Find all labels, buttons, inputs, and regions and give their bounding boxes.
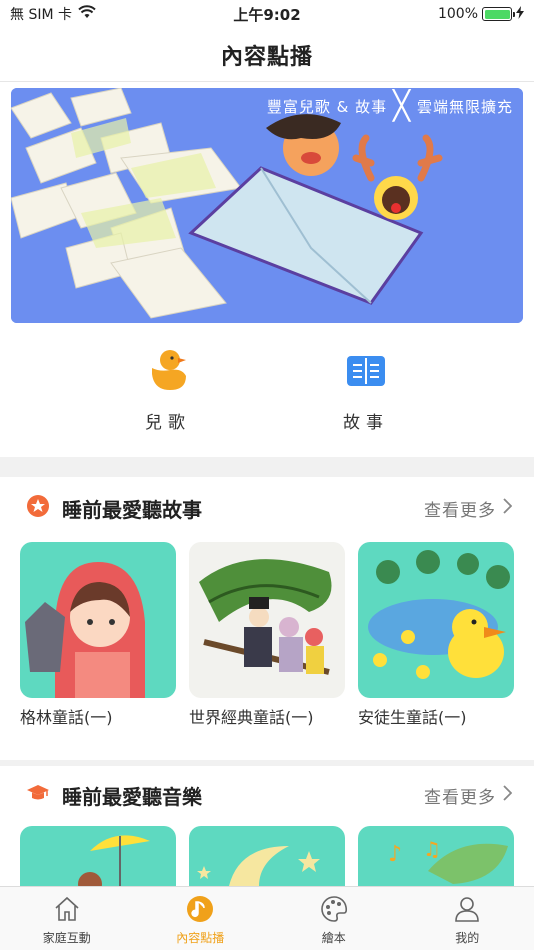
book-icon bbox=[346, 348, 386, 396]
story-card[interactable]: 安徒生童話(一) bbox=[358, 542, 514, 728]
category-stories[interactable]: 故事 bbox=[306, 348, 426, 433]
section-title: 睡前最愛聽音樂 bbox=[62, 784, 202, 809]
battery-icon bbox=[482, 7, 515, 21]
story-cover bbox=[20, 542, 176, 698]
banner-caption: 豐富兒歌 & 故事 ╳ 雲端無限擴充 bbox=[267, 92, 513, 120]
wifi-icon bbox=[78, 5, 96, 23]
category-songs[interactable]: 兒歌 bbox=[108, 348, 228, 433]
carrier-label: 無 SIM 卡 bbox=[10, 7, 72, 23]
navigation-bar: 內容點播 bbox=[0, 28, 534, 82]
tab-family[interactable]: 家庭互動 bbox=[0, 887, 134, 950]
story-card[interactable]: 格林童話(一) bbox=[20, 542, 176, 728]
promo-banner[interactable]: 豐富兒歌 & 故事 ╳ 雲端無限擴充 bbox=[11, 88, 523, 323]
music-note-icon bbox=[186, 895, 214, 927]
category-label: 故事 bbox=[343, 413, 389, 433]
tab-content[interactable]: 內容點播 bbox=[134, 887, 268, 950]
chevron-right-icon bbox=[502, 497, 513, 519]
tab-label: 內容點播 bbox=[176, 931, 225, 945]
chevron-right-icon bbox=[502, 784, 513, 806]
story-cover bbox=[189, 542, 345, 698]
user-icon bbox=[453, 895, 481, 927]
battery-percent: 100% bbox=[437, 6, 478, 22]
status-bar: 無 SIM 卡 上午9:02 100% bbox=[0, 0, 534, 28]
tab-bar: 家庭互動 內容點播 繪本 我的 bbox=[0, 886, 534, 950]
home-icon bbox=[53, 895, 81, 927]
story-card[interactable]: 世界經典童話(一) bbox=[189, 542, 345, 728]
svg-text:♫: ♫ bbox=[423, 837, 441, 861]
graduation-cap-icon bbox=[26, 781, 50, 809]
star-badge-icon bbox=[26, 494, 50, 522]
tab-label: 我的 bbox=[455, 931, 480, 945]
see-more-label: 查看更多 bbox=[424, 500, 496, 521]
see-more-button[interactable]: 查看更多 bbox=[424, 496, 513, 521]
charging-icon bbox=[516, 5, 524, 23]
page-title: 內容點播 bbox=[220, 44, 313, 70]
palette-icon bbox=[320, 895, 348, 927]
banner-illustration bbox=[11, 88, 523, 323]
story-title: 安徒生童話(一) bbox=[358, 708, 467, 727]
section-divider bbox=[0, 760, 534, 766]
story-title: 世界經典童話(一) bbox=[189, 708, 314, 727]
tab-profile[interactable]: 我的 bbox=[401, 887, 534, 950]
tab-label: 家庭互動 bbox=[42, 931, 91, 945]
section-title: 睡前最愛聽故事 bbox=[62, 497, 202, 522]
tab-label: 繪本 bbox=[321, 931, 346, 945]
banner-caption-right: 雲端無限擴充 bbox=[416, 97, 513, 116]
section-divider bbox=[0, 457, 534, 477]
see-more-button[interactable]: 查看更多 bbox=[424, 783, 513, 808]
category-label: 兒歌 bbox=[145, 413, 191, 433]
story-cover bbox=[358, 542, 514, 698]
banner-caption-left: 豐富兒歌 & 故事 bbox=[266, 97, 388, 116]
duck-icon bbox=[148, 348, 188, 396]
cross-icon: ╳ bbox=[393, 89, 411, 122]
see-more-label: 查看更多 bbox=[424, 787, 496, 808]
section-header-stories: 睡前最愛聽故事 查看更多 bbox=[0, 488, 534, 528]
svg-text:♪: ♪ bbox=[388, 842, 402, 867]
category-row: 兒歌 故事 bbox=[0, 340, 534, 450]
story-title: 格林童話(一) bbox=[20, 708, 113, 727]
section-header-music: 睡前最愛聽音樂 查看更多 bbox=[0, 775, 534, 815]
tab-picture-books[interactable]: 繪本 bbox=[267, 887, 401, 950]
